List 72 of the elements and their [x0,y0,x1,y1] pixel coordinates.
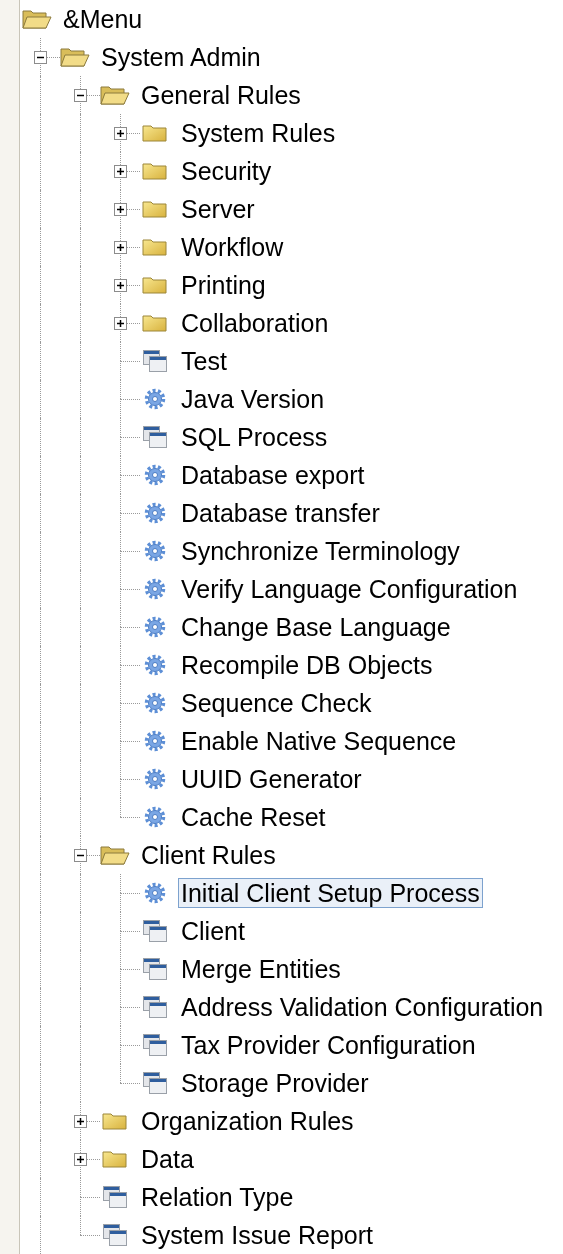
tree-item[interactable]: Cache Reset [178,802,329,832]
tree-item[interactable]: Recompile DB Objects [178,650,436,680]
tree-item[interactable]: Java Version [178,384,328,414]
tree-item[interactable]: Server [178,194,258,224]
tree-item[interactable]: Enable Native Sequence [178,726,460,756]
tree-item[interactable]: Client Rules [138,840,279,870]
tree-item[interactable]: Workflow [178,232,287,262]
plus-icon [76,1117,85,1126]
window-icon [140,995,170,1019]
folder-icon [140,312,170,334]
tree-item[interactable]: Merge Entities [178,954,344,984]
window-icon [100,1185,130,1209]
collapse-button[interactable] [74,849,87,862]
expand-button[interactable] [114,317,127,330]
tree-item[interactable]: UUID Generator [178,764,365,794]
tree-item[interactable]: Change Base Language [178,612,454,642]
tree-item[interactable]: Synchronize Terminology [178,536,463,566]
tree-item[interactable]: Database export [178,460,368,490]
tree-item[interactable]: &Menu [60,4,146,34]
tree-item[interactable]: Security [178,156,275,186]
tree-item[interactable]: System Rules [178,118,339,148]
expand-button[interactable] [114,127,127,140]
window-icon [140,957,170,981]
collapse-button[interactable] [34,51,47,64]
tree-item[interactable]: Tax Provider Configuration [178,1030,479,1060]
tree-item[interactable]: Verify Language Configuration [178,574,521,604]
tree-item[interactable]: Storage Provider [178,1068,372,1098]
tree-item[interactable]: Collaboration [178,308,332,338]
window-icon [140,919,170,943]
plus-icon [116,129,125,138]
expand-button[interactable] [114,241,127,254]
folder-icon [140,198,170,220]
plus-icon [116,319,125,328]
tree-item[interactable]: General Rules [138,80,304,110]
tree-item[interactable]: Relation Type [138,1182,297,1212]
tree-item[interactable]: Sequence Check [178,688,375,718]
expand-button[interactable] [114,279,127,292]
folder-icon [140,236,170,258]
window-icon [100,1223,130,1247]
folder-icon [140,160,170,182]
tree-item[interactable]: Test [178,346,230,376]
collapse-button[interactable] [74,89,87,102]
tree-item[interactable]: Client [178,916,248,946]
open-folder-icon [60,46,90,68]
plus-icon [116,243,125,252]
folder-icon [100,1148,130,1170]
tree-item[interactable]: Printing [178,270,269,300]
window-icon [140,1033,170,1057]
expand-button[interactable] [74,1153,87,1166]
folder-icon [140,274,170,296]
expand-button[interactable] [114,165,127,178]
plus-icon [76,1155,85,1164]
tree-item[interactable]: Organization Rules [138,1106,357,1136]
folder-icon [100,1110,130,1132]
tree-item[interactable]: SQL Process [178,422,331,452]
tree-item[interactable]: Database transfer [178,498,383,528]
expand-button[interactable] [74,1115,87,1128]
open-folder-icon [100,844,130,866]
expand-button[interactable] [114,203,127,216]
tree-item[interactable]: System Admin [98,42,264,72]
tree-item[interactable]: System Issue Report [138,1220,377,1250]
window-icon [140,349,170,373]
folder-icon [140,122,170,144]
tree-item[interactable]: Data [138,1144,197,1174]
window-icon [140,425,170,449]
tree-item[interactable]: Address Validation Configuration [178,992,547,1022]
plus-icon [116,281,125,290]
plus-icon [116,167,125,176]
open-folder-icon [100,84,130,106]
plus-icon [116,205,125,214]
window-icon [140,1071,170,1095]
tree-item[interactable]: Initial Client Setup Process [178,878,483,908]
